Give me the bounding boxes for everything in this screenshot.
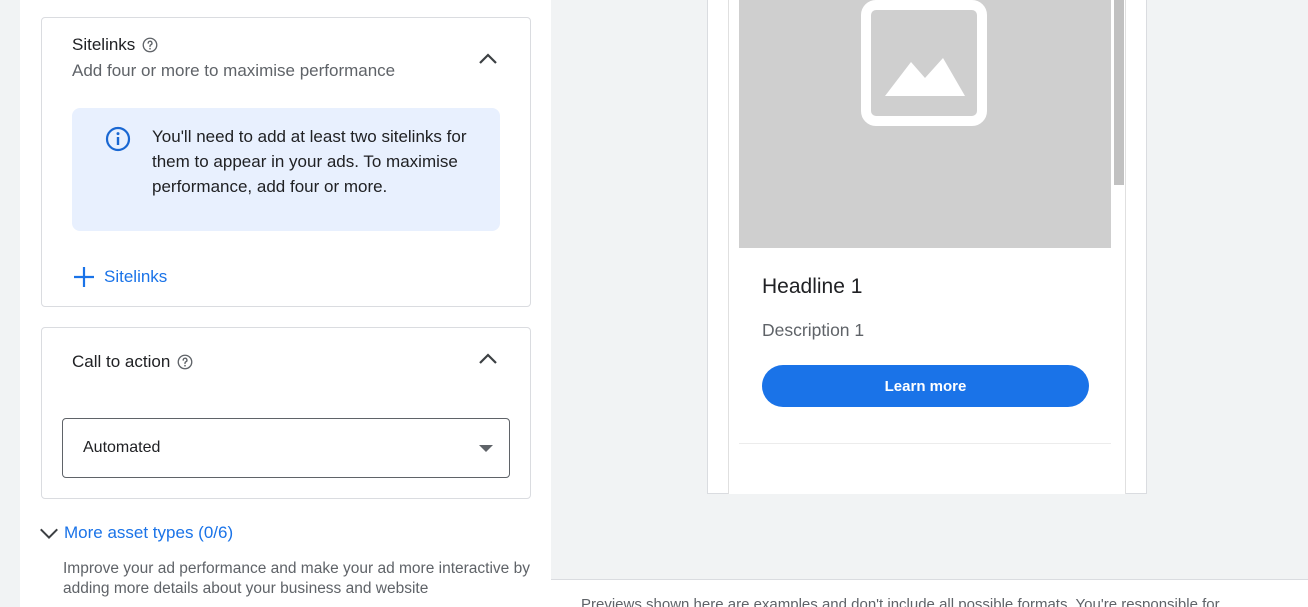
plus-icon xyxy=(74,267,94,287)
sitelinks-info-text: You'll need to add at least two sitelink… xyxy=(152,127,467,196)
more-asset-types-label: More asset types (0/6) xyxy=(64,523,234,542)
help-icon[interactable] xyxy=(141,36,159,54)
cta-title-row: Call to action xyxy=(72,352,194,372)
ad-description: Description 1 xyxy=(762,320,865,340)
ad-preview-card: Headline 1 Description 1 Learn more xyxy=(728,0,1126,494)
dropdown-arrow-icon xyxy=(479,445,493,452)
call-to-action-select[interactable]: Automated xyxy=(62,418,510,478)
sitelinks-title-row: Sitelinks xyxy=(72,35,159,55)
more-asset-types-description: Improve your ad performance and make you… xyxy=(63,560,530,597)
sitelinks-title: Sitelinks xyxy=(72,35,136,54)
ad-preview-panel: Headline 1 Description 1 Learn more Prev… xyxy=(551,0,1308,607)
info-icon xyxy=(105,126,131,152)
help-icon[interactable] xyxy=(176,353,194,371)
sitelinks-info-box: You'll need to add at least two sitelink… xyxy=(72,108,500,231)
sitelinks-subtitle: Add four or more to maximise performance xyxy=(72,61,396,80)
cta-selected-value: Automated xyxy=(83,439,161,456)
image-icon xyxy=(861,0,987,126)
call-to-action-card: Call to action Automated xyxy=(41,327,531,499)
add-sitelinks-button[interactable]: Sitelinks xyxy=(72,263,167,291)
collapse-chevron-up-icon[interactable] xyxy=(476,347,500,371)
sitelinks-card: Sitelinks Add four or more to maximise p… xyxy=(41,17,531,307)
asset-editor-panel: Sitelinks Add four or more to maximise p… xyxy=(20,0,551,607)
chevron-down-icon xyxy=(40,528,58,540)
add-sitelinks-label: Sitelinks xyxy=(104,267,168,286)
preview-divider xyxy=(739,443,1111,444)
learn-more-button[interactable]: Learn more xyxy=(762,365,1089,407)
collapse-chevron-up-icon[interactable] xyxy=(476,47,500,71)
preview-disclaimer: Previews shown here are examples and don… xyxy=(581,596,1220,607)
ad-headline: Headline 1 xyxy=(762,275,863,298)
phone-preview-frame: Headline 1 Description 1 Learn more xyxy=(707,0,1147,494)
preview-scrollbar[interactable] xyxy=(1114,0,1124,185)
more-asset-types-toggle[interactable]: More asset types (0/6) xyxy=(38,522,233,544)
preview-footer: Previews shown here are examples and don… xyxy=(551,579,1308,607)
cta-title: Call to action xyxy=(72,352,171,371)
image-placeholder xyxy=(739,0,1111,248)
